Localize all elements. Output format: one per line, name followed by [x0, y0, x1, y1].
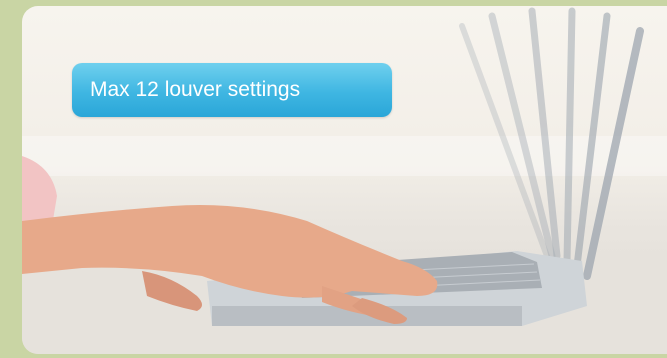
page-frame: Max 12 louver settings — [0, 0, 667, 358]
louver-settings-badge: Max 12 louver settings — [72, 63, 392, 117]
laptop-hand-illustration — [22, 7, 667, 354]
louver-settings-label: Max 12 louver settings — [90, 78, 301, 101]
laptop-photo — [22, 6, 667, 354]
